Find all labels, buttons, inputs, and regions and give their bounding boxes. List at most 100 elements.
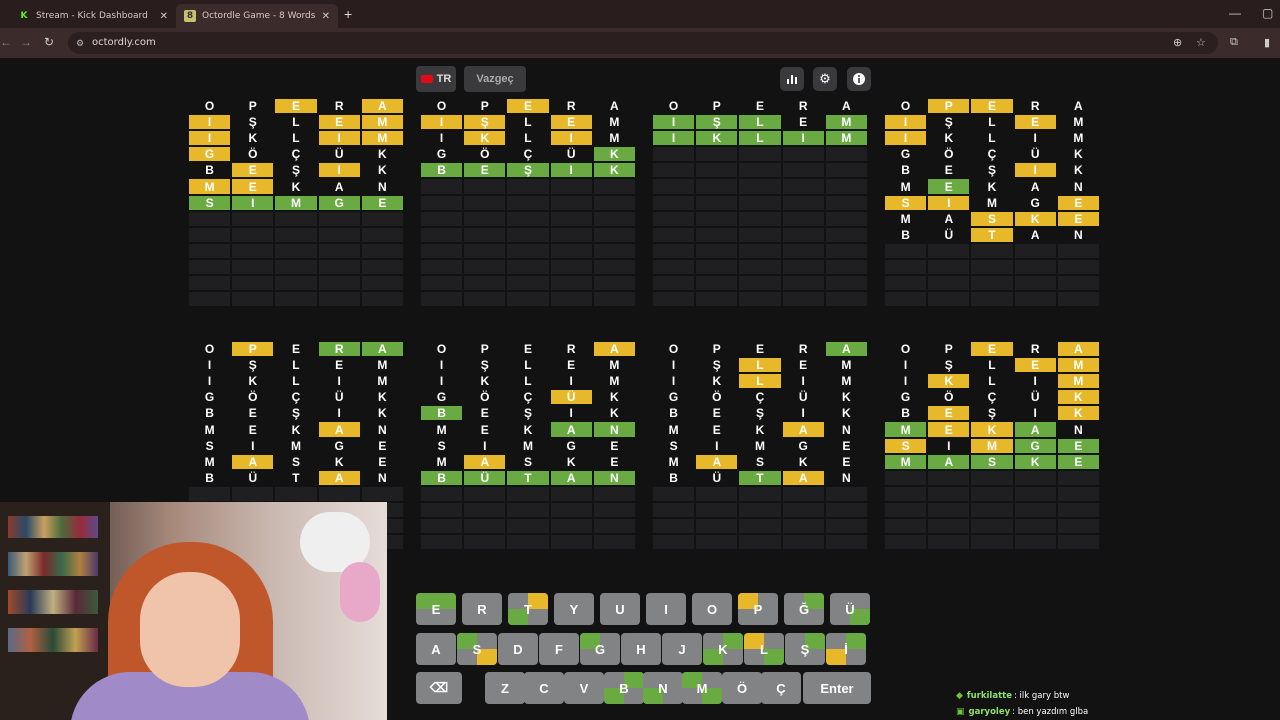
guess-row: BEŞIK — [884, 162, 1100, 179]
give-up-button[interactable]: Vazgeç — [464, 66, 526, 92]
empty-tile — [506, 226, 550, 243]
letter-tile: L — [970, 357, 1014, 374]
empty-tile — [927, 469, 971, 486]
key-u[interactable]: U — [600, 593, 640, 625]
letter-tile: Ü — [1013, 146, 1057, 163]
empty-tile — [506, 210, 550, 227]
key-i[interactable]: I — [646, 593, 686, 625]
site-settings-icon[interactable]: ⚙ — [76, 38, 84, 49]
empty-tile — [695, 275, 739, 292]
empty-tile — [274, 291, 318, 308]
key-c[interactable]: C — [524, 672, 564, 704]
empty-tile — [274, 242, 318, 259]
close-icon[interactable]: ✕ — [160, 11, 168, 22]
board-2: OPERAIŞLEMIKLIMGÖÇÜKBEŞIK — [420, 98, 636, 308]
board-3: OPERAIŞLEMIKLIM — [652, 98, 868, 308]
empty-tile — [652, 258, 696, 276]
letter-tile: G — [884, 389, 928, 406]
empty-tile — [695, 258, 739, 276]
empty-tile — [970, 258, 1014, 276]
letter-tile: K — [463, 373, 507, 390]
kick-icon: K — [20, 11, 28, 21]
letter-tile: N — [824, 421, 868, 438]
key-k[interactable]: K — [703, 633, 743, 665]
info-icon[interactable] — [847, 67, 871, 91]
empty-tile — [1013, 518, 1057, 535]
key-y[interactable]: Y — [554, 593, 594, 625]
forward-icon[interactable]: → — [20, 35, 32, 49]
profile-icon[interactable]: ▮ — [1264, 36, 1270, 49]
language-button[interactable]: TR — [416, 66, 456, 92]
key-o[interactable]: O — [692, 593, 732, 625]
key-ç[interactable]: Ç — [761, 672, 801, 704]
empty-tile — [884, 534, 928, 551]
letter-tile: E — [463, 162, 507, 179]
empty-tile — [824, 485, 868, 502]
extensions-icon[interactable]: ⧉ — [1230, 36, 1238, 49]
zoom-icon[interactable]: ⊕ — [1173, 36, 1182, 49]
url-field[interactable]: octordly.com — [68, 32, 1218, 54]
letter-tile: E — [1013, 357, 1057, 374]
letter-tile: M — [884, 421, 928, 438]
tab-kick-dashboard[interactable]: K Stream - Kick Dashboard ✕ — [10, 4, 176, 28]
empty-tile — [652, 501, 696, 519]
key-ş[interactable]: Ş — [785, 633, 825, 665]
letter-tile: M — [652, 421, 696, 438]
new-tab-button[interactable]: + — [344, 6, 352, 22]
letter-tile: M — [1056, 114, 1100, 131]
key-f[interactable]: F — [539, 633, 579, 665]
bookmark-star-icon[interactable]: ☆ — [1196, 36, 1206, 49]
key-d[interactable]: D — [498, 633, 538, 665]
key-ö[interactable]: Ö — [722, 672, 762, 704]
empty-tile — [360, 258, 404, 276]
key-a[interactable]: A — [416, 633, 456, 665]
empty-tile — [420, 226, 464, 243]
letter-tile: I — [695, 437, 739, 454]
enter-key[interactable]: Enter — [803, 672, 871, 704]
reload-icon[interactable]: ↻ — [44, 35, 54, 49]
empty-tile — [781, 178, 825, 195]
key-h[interactable]: H — [621, 633, 661, 665]
guess-row: IŞLEM — [188, 114, 404, 131]
key-l[interactable]: L — [744, 633, 784, 665]
empty-tile — [884, 518, 928, 535]
key-ü[interactable]: Ü — [830, 593, 870, 625]
empty-tile — [824, 518, 868, 535]
key-r[interactable]: R — [462, 593, 502, 625]
key-e[interactable]: E — [416, 593, 456, 625]
minimize-icon[interactable]: — — [1229, 6, 1241, 20]
key-b[interactable]: B — [604, 672, 644, 704]
letter-tile: A — [549, 421, 593, 438]
key-v[interactable]: V — [564, 672, 604, 704]
key-s[interactable]: S — [457, 633, 497, 665]
backspace-key[interactable]: ⌫ — [416, 672, 462, 704]
bar-chart-icon[interactable] — [780, 67, 804, 91]
key-n[interactable]: N — [643, 672, 683, 704]
guess-row: SIMGE — [884, 437, 1100, 454]
key-g[interactable]: G — [580, 633, 620, 665]
close-icon[interactable]: ✕ — [322, 11, 330, 22]
guess-row: SIMGE — [420, 437, 636, 454]
letter-tile: M — [188, 453, 232, 470]
letter-tile: N — [360, 178, 404, 195]
back-icon[interactable]: ← — [0, 35, 12, 49]
key-i̇[interactable]: İ — [826, 633, 866, 665]
empty-tile — [652, 162, 696, 179]
tab-octordle[interactable]: 8 Octordle Game - 8 Words Worc ✕ — [176, 4, 338, 28]
key-t[interactable]: T — [508, 593, 548, 625]
gear-icon[interactable]: ⚙ — [813, 67, 837, 91]
letter-tile: M — [970, 194, 1014, 211]
empty-tile — [360, 210, 404, 227]
key-p[interactable]: P — [738, 593, 778, 625]
letter-tile: I — [1013, 405, 1057, 422]
key-m[interactable]: M — [682, 672, 722, 704]
empty-tile — [927, 275, 971, 292]
maximize-icon[interactable]: ▢ — [1262, 6, 1273, 20]
key-ğ[interactable]: Ğ — [784, 593, 824, 625]
empty-tile — [970, 291, 1014, 308]
plush-toy — [340, 562, 380, 622]
letter-tile: R — [1013, 98, 1057, 115]
key-z[interactable]: Z — [485, 672, 525, 704]
letter-tile: A — [360, 341, 404, 358]
key-j[interactable]: J — [662, 633, 702, 665]
